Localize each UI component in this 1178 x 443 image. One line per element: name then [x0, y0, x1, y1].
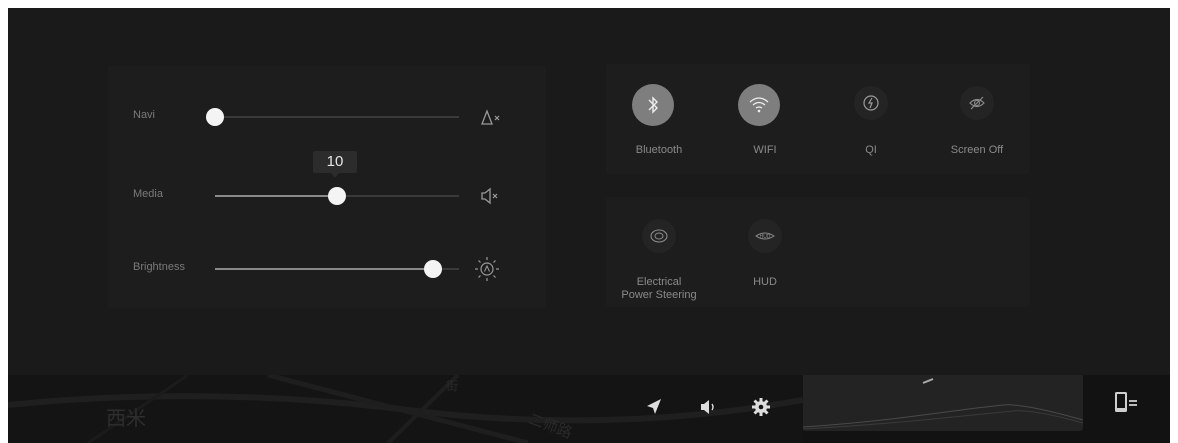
- qi-toggle-circle: [854, 86, 888, 120]
- bluetooth-toggle[interactable]: Bluetooth: [606, 64, 712, 174]
- media-value-tooltip: 10: [313, 151, 357, 178]
- control-center-screen: Navi Media 10 Brightness Bluetooth WIFI …: [8, 8, 1170, 443]
- brightness-slider-fill: [215, 268, 433, 270]
- eye-off-icon: [969, 96, 985, 110]
- navigation-icon: [647, 399, 661, 414]
- settings-icon: [752, 398, 770, 416]
- map-label-1: 西米: [106, 406, 146, 430]
- navi-slider-track[interactable]: [206, 108, 459, 126]
- media-mute-icon[interactable]: [472, 181, 502, 211]
- brightness-auto-icon[interactable]: [472, 254, 502, 284]
- media-slider-track[interactable]: [215, 187, 459, 205]
- screen-off-label: Screen Off: [950, 144, 1004, 156]
- quick-toggle-panel: Bluetooth WIFI QI Screen Off: [606, 64, 1030, 174]
- eps-toggle-circle: [642, 219, 676, 253]
- volume-button[interactable]: [693, 392, 723, 422]
- navi-label: Navi: [133, 109, 156, 121]
- hud-toggle-circle: HUD: [748, 219, 782, 253]
- phone-projection-icon: [1115, 392, 1137, 412]
- wifi-icon: [749, 97, 769, 113]
- navi-slider-row: Navi: [108, 102, 546, 132]
- media-waveform: [802, 378, 1084, 430]
- media-label: Media: [133, 188, 163, 200]
- hud-toggle[interactable]: HUD HUD: [712, 197, 818, 307]
- navi-mute-icon[interactable]: [472, 102, 502, 132]
- eps-label-line2: Power Steering: [621, 289, 697, 301]
- wireless-charging-icon: [863, 95, 879, 111]
- brightness-slider-row: Brightness: [108, 254, 546, 284]
- wifi-toggle[interactable]: WIFI: [712, 64, 818, 174]
- navigation-button[interactable]: [639, 392, 669, 422]
- hud-icon: HUD: [755, 232, 775, 240]
- media-thumbnail[interactable]: [802, 375, 1084, 431]
- screen-off-toggle[interactable]: Screen Off: [924, 64, 1030, 174]
- bluetooth-icon: [648, 96, 658, 114]
- qi-toggle[interactable]: QI: [818, 64, 924, 174]
- media-slider-fill: [215, 195, 337, 197]
- bluetooth-toggle-circle: [632, 84, 674, 126]
- brightness-slider-track[interactable]: [215, 260, 459, 278]
- map-background: 西米 街 二师路: [8, 375, 803, 443]
- volume-icon: [701, 400, 714, 414]
- eps-toggle[interactable]: Electrical Power Steering: [606, 197, 712, 307]
- slider-panel: Navi Media 10 Brightness: [108, 66, 546, 308]
- vehicle-toggle-panel: Electrical Power Steering HUD HUD: [606, 197, 1030, 307]
- brightness-label: Brightness: [133, 261, 185, 273]
- map-label-2: 街: [446, 379, 458, 393]
- media-slider-row: Media 10: [108, 151, 546, 211]
- wifi-toggle-circle: [738, 84, 780, 126]
- brightness-slider-thumb[interactable]: [424, 260, 442, 278]
- navi-slider-thumb[interactable]: [206, 108, 224, 126]
- steering-icon: [650, 229, 668, 243]
- screen-off-toggle-circle: [960, 86, 994, 120]
- media-slider-thumb[interactable]: [328, 187, 346, 205]
- hud-label: HUD: [753, 276, 777, 288]
- settings-button[interactable]: [746, 392, 776, 422]
- svg-text:HUD: HUD: [760, 234, 771, 240]
- bottom-bar: 西米 街 二师路: [8, 375, 1170, 443]
- phone-projection-button[interactable]: [1112, 387, 1140, 419]
